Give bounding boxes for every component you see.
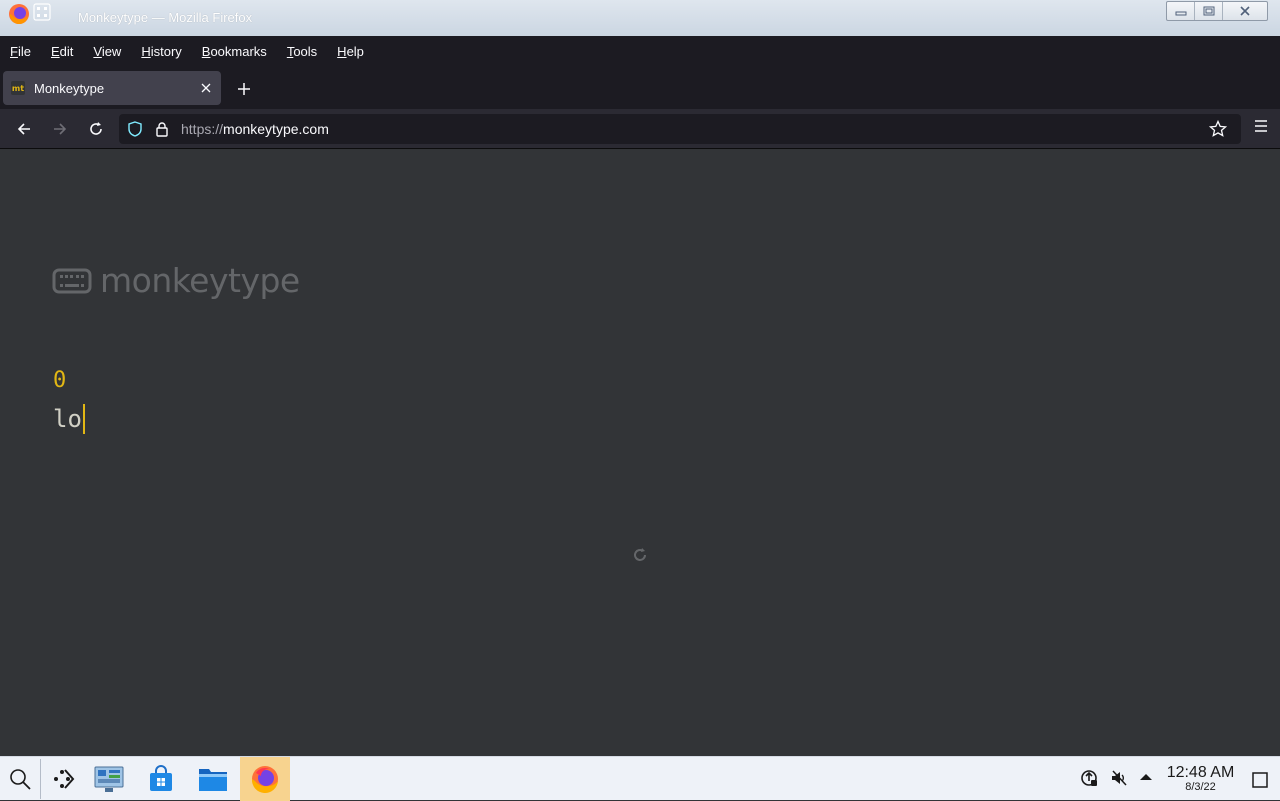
task-view-button[interactable] [44, 757, 82, 801]
network-icon[interactable] [1080, 769, 1098, 787]
show-desktop-icon[interactable] [1251, 771, 1269, 789]
taskbar: 12:48 AM 8/3/22 [0, 756, 1280, 801]
menu-edit[interactable]: Edit [51, 44, 73, 59]
minimize-button[interactable] [1167, 2, 1195, 20]
shield-icon[interactable] [127, 121, 143, 137]
tab-monkeytype[interactable]: mt Monkeytype [3, 71, 221, 105]
window-controls [1166, 1, 1268, 21]
forward-icon [54, 123, 67, 135]
menu-bookmarks[interactable]: Bookmarks [202, 44, 267, 59]
back-icon [17, 123, 30, 135]
minimize-icon [1175, 11, 1186, 16]
taskbar-search-button[interactable] [4, 757, 36, 801]
keyboard-icon [52, 268, 92, 293]
monkeytype-logo[interactable]: monkeytype [52, 261, 300, 300]
file-manager-icon [199, 769, 227, 791]
menu-icon[interactable] [1254, 119, 1268, 133]
menu-view[interactable]: View [93, 44, 121, 59]
restart-icon [634, 548, 646, 561]
word-counter: 0 [53, 368, 67, 393]
new-tab-button[interactable] [233, 78, 255, 100]
reload-button[interactable] [84, 117, 108, 141]
forward-button[interactable] [48, 117, 72, 141]
navigation-toolbar: https://monkeytype.com [0, 109, 1280, 149]
taskbar-clock[interactable]: 12:48 AM 8/3/22 [1163, 764, 1238, 794]
menu-history[interactable]: History [141, 44, 181, 59]
menu-help[interactable]: Help [337, 44, 364, 59]
tray-expand-icon[interactable] [1139, 772, 1153, 782]
firefox-icon[interactable] [8, 3, 30, 25]
menu-file[interactable]: File [10, 44, 31, 59]
close-icon [201, 83, 211, 93]
taskbar-firefox[interactable] [240, 757, 290, 801]
search-icon [10, 769, 31, 790]
lock-icon[interactable] [155, 121, 169, 137]
clock-date: 8/3/22 [1185, 781, 1216, 793]
back-button[interactable] [12, 117, 36, 141]
star-icon[interactable] [1209, 120, 1227, 138]
close-button[interactable] [1223, 2, 1267, 20]
close-icon [1240, 6, 1250, 16]
url-text[interactable]: https://monkeytype.com [181, 121, 329, 137]
maximize-icon [1203, 6, 1214, 16]
taskbar-separator [40, 759, 41, 799]
grid-icon[interactable] [33, 3, 51, 21]
text-caret [82, 404, 85, 434]
clock-time: 12:48 AM [1166, 764, 1235, 781]
url-scheme: https:// [181, 121, 224, 137]
tab-strip: mt Monkeytype [0, 66, 1280, 109]
control-panel-icon [94, 766, 124, 792]
taskbar-file-manager[interactable] [192, 757, 234, 801]
url-bar[interactable]: https://monkeytype.com [119, 114, 1241, 144]
store-icon [150, 765, 172, 791]
task-view-icon [54, 769, 75, 789]
window-title: Monkeytype — Mozilla Firefox [78, 10, 253, 25]
firefox-icon [251, 766, 278, 794]
url-host: monkeytype.com [223, 121, 329, 137]
taskbar-control-panel[interactable] [88, 757, 130, 801]
page-content: monkeytype 0 lo [0, 150, 1280, 756]
tab-close-button[interactable] [197, 79, 215, 97]
monkeytype-favicon-icon: mt [11, 81, 25, 95]
typed-text: lo [53, 405, 82, 433]
window-titlebar: Monkeytype — Mozilla Firefox [0, 0, 1280, 36]
tab-title: Monkeytype [34, 80, 105, 96]
reload-icon [90, 122, 102, 135]
plus-icon [238, 83, 250, 95]
volume-muted-icon[interactable] [1110, 769, 1128, 787]
taskbar-store[interactable] [140, 757, 182, 801]
maximize-button[interactable] [1195, 2, 1223, 20]
typing-area[interactable]: lo [53, 404, 85, 434]
menu-bar: File Edit View History Bookmarks Tools H… [0, 36, 1280, 66]
menu-tools[interactable]: Tools [287, 44, 317, 59]
restart-test-button[interactable] [631, 546, 649, 569]
logo-text: monkeytype [100, 261, 300, 300]
